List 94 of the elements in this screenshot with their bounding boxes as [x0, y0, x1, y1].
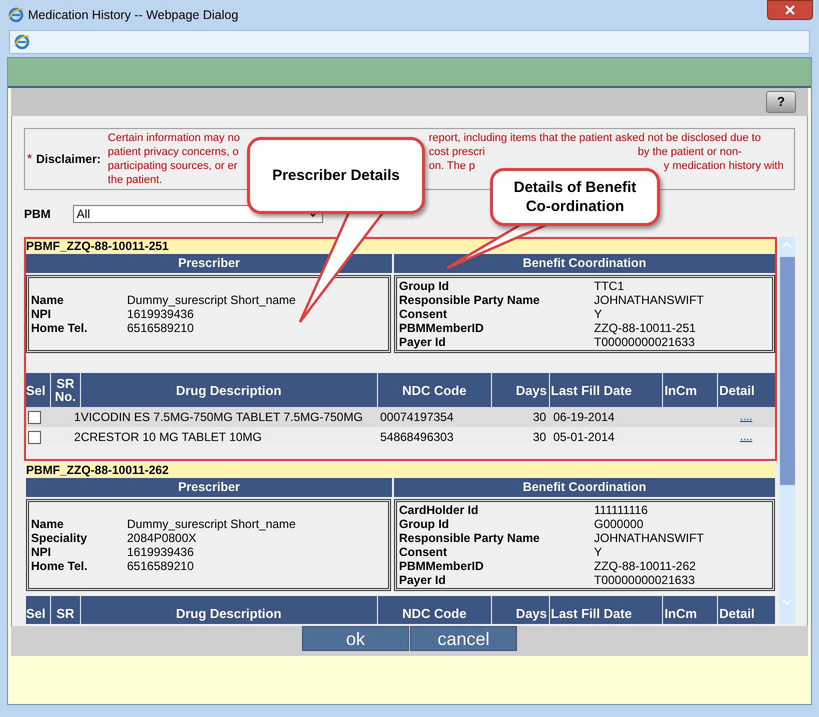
field-value: ZZQ-88-10011-262: [594, 559, 696, 573]
table-cell-text: CRESTOR 10 MG TABLET 10MG: [80, 429, 263, 446]
field-label: CardHolder Id: [399, 503, 480, 517]
column-header: NDC Code: [378, 596, 492, 624]
disclaimer-text: participating sources, or er: [108, 159, 238, 173]
field-value: Dummy_surescript Short_name: [127, 517, 296, 531]
field-label: Responsible Party Name: [399, 531, 541, 545]
disclaimer-text: Certain information may no: [108, 131, 240, 145]
column-header: Days: [492, 596, 549, 624]
field-label: Consent: [399, 545, 448, 559]
detail-link[interactable]: ....: [740, 432, 752, 442]
disclaimer-text: cost prescri: [428, 145, 486, 159]
table-cell-text: 2: [73, 429, 81, 446]
field-label: PBMMemberID: [399, 559, 485, 573]
field-label: Group Id: [399, 279, 450, 293]
column-header: Last Fill Date: [550, 596, 662, 624]
field-value: T00000000021633: [594, 335, 695, 349]
field-value: 1619939436: [127, 307, 194, 321]
field-value: 6516589210: [127, 559, 194, 573]
table-cell-text: VICODIN ES 7.5MG-750MG TABLET 7.5MG-750MG: [80, 409, 364, 426]
disclaimer-text: by the patient or non-: [638, 145, 742, 159]
field-value: Y: [594, 307, 602, 321]
field-value: Dummy_surescript Short_name: [127, 293, 296, 307]
field-label: Payer Id: [399, 573, 447, 587]
field-value: TTC1: [594, 279, 624, 293]
field-value: 1619939436: [127, 545, 194, 559]
window-title: Medication History -- Webpage Dialog: [28, 6, 238, 24]
field-label: NPI: [31, 307, 52, 321]
disclaimer-text: report, including items that the patient asked not be disclosed due to: [428, 131, 761, 145]
field-label: Name: [31, 517, 65, 531]
field-value: 6516589210: [127, 321, 194, 335]
column-header: InCm: [663, 596, 718, 624]
field-label: Consent: [399, 307, 448, 321]
row-checkbox[interactable]: [28, 430, 41, 444]
required-mark: *: [27, 150, 32, 168]
table-cell-text: 05-01-2014: [552, 429, 616, 446]
column-header: Drug Description: [80, 373, 377, 407]
field-value: T00000000021633: [594, 573, 695, 587]
table-cell-text: 06-19-2014: [552, 409, 616, 426]
dialog-button[interactable]: cancel: [410, 626, 517, 651]
column-header: Last Fill Date: [550, 373, 662, 407]
column-header: Detail: [718, 373, 775, 407]
field-value: JOHNATHANSWIFT: [594, 531, 704, 545]
table-cell-text: 00074197354: [379, 409, 455, 426]
field-label: NPI: [31, 545, 52, 559]
field-value: ZZQ-88-10011-251: [594, 321, 696, 335]
browser-icon: [14, 34, 30, 50]
disclaimer-text: on. The p: [428, 159, 476, 173]
disclaimer-label: Disclaimer:: [36, 151, 101, 168]
disclaimer-text: y medication history with: [664, 159, 784, 173]
section-header: Prescriber: [26, 254, 392, 273]
record-id: PBMF_ZZQ-88-10011-251: [26, 239, 775, 253]
row-checkbox[interactable]: [28, 410, 41, 424]
disclaimer-text: patient privacy concerns, o: [108, 145, 239, 159]
browser-icon: [8, 7, 24, 23]
field-value: 2084P0800X: [127, 531, 196, 545]
detail-link[interactable]: ....: [740, 412, 752, 422]
table-cell-text: 54868496303: [379, 429, 455, 446]
section-header: Prescriber: [26, 478, 392, 497]
column-header: SR No.: [50, 373, 80, 407]
field-value: Y: [594, 545, 602, 559]
field-label: Name: [31, 293, 65, 307]
column-header: Sel: [26, 373, 50, 407]
table-cell-text: 30: [532, 429, 548, 446]
field-value: 111111116: [594, 503, 648, 517]
table-cell-text: 30: [532, 409, 548, 426]
column-header: NDC Code: [378, 373, 492, 407]
field-label: Speciality: [31, 531, 88, 545]
field-label: Home Tel.: [31, 559, 88, 573]
column-header: Detail: [718, 596, 775, 624]
column-header: Days: [492, 373, 549, 407]
table-cell-text: 1: [73, 409, 81, 426]
column-header: InCm: [663, 373, 718, 407]
disclaimer-text: the patient.: [108, 173, 162, 187]
callout: Details of Benefit Co-ordination: [490, 168, 660, 226]
column-header: Sel: [26, 596, 50, 624]
callout: Prescriber Details: [247, 137, 425, 214]
field-value: JOHNATHANSWIFT: [594, 293, 704, 307]
pbm-label: PBM: [24, 206, 51, 223]
dialog-button[interactable]: ok: [302, 626, 409, 651]
close-button[interactable]: [767, 0, 813, 20]
field-label: Responsible Party Name: [399, 293, 541, 307]
column-header: SR: [50, 596, 80, 624]
field-label: Group Id: [399, 517, 450, 531]
section-header: Benefit Coordination: [394, 254, 775, 273]
column-header: Drug Description: [80, 596, 377, 624]
close-icon: [785, 5, 795, 15]
field-label: PBMMemberID: [399, 321, 485, 335]
field-label: Home Tel.: [31, 321, 88, 335]
field-label: Payer Id: [399, 335, 447, 349]
field-value: G000000: [594, 517, 644, 531]
record-id: PBMF_ZZQ-88-10011-262: [26, 463, 775, 477]
section-header: Benefit Coordination: [394, 478, 775, 497]
help-button[interactable]: ?: [766, 91, 796, 113]
